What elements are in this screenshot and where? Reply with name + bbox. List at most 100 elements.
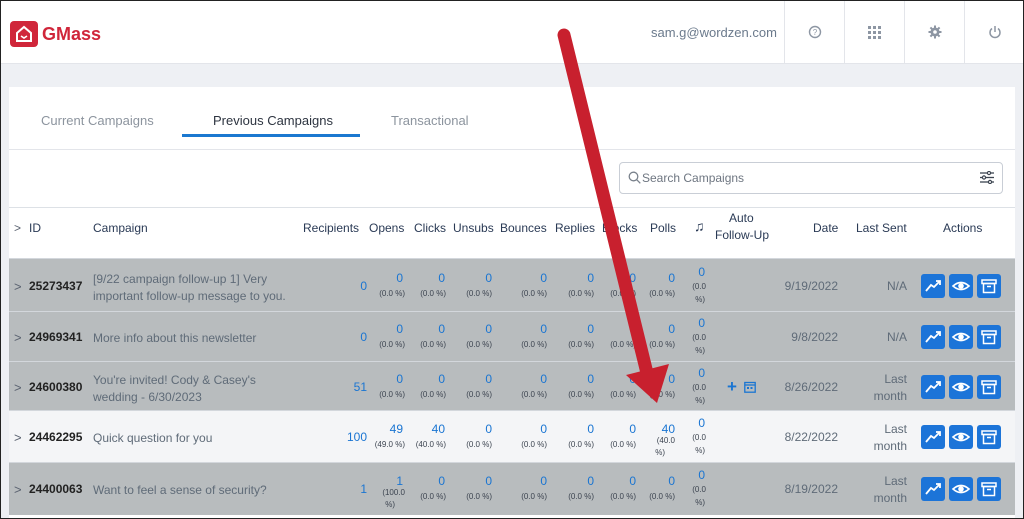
blocks-count[interactable]: 0 xyxy=(629,322,636,336)
clicks-count[interactable]: 40 xyxy=(432,422,445,436)
user-email[interactable]: sam.g@wordzen.com xyxy=(651,25,777,40)
bounces-count[interactable]: 0 xyxy=(540,474,547,488)
col-bounces[interactable]: Bounces xyxy=(500,221,547,235)
recipients-count[interactable]: 51 xyxy=(354,380,367,394)
clicks-count[interactable]: 0 xyxy=(438,372,445,386)
opens-count[interactable]: 0 xyxy=(396,322,403,336)
logout-button[interactable] xyxy=(964,1,1023,63)
blocks-count[interactable]: 0 xyxy=(629,422,636,436)
expand-row-chevron-icon[interactable]: > xyxy=(14,279,22,294)
col-unsubs[interactable]: Unsubs xyxy=(453,221,494,235)
polls-count[interactable]: 0 xyxy=(668,322,675,336)
col-polls[interactable]: Polls xyxy=(650,221,676,235)
table-row[interactable]: >24462295 Quick question for you 100 49 (49.… xyxy=(9,410,1015,463)
replies-count[interactable]: 0 xyxy=(587,474,594,488)
col-campaign[interactable]: Campaign xyxy=(93,221,148,235)
bounces-count[interactable]: 0 xyxy=(540,372,547,386)
blocks-count[interactable]: 0 xyxy=(629,271,636,285)
music-count[interactable]: 0 xyxy=(698,468,705,482)
replies-count[interactable]: 0 xyxy=(587,422,594,436)
add-followup-button[interactable]: + xyxy=(727,377,737,397)
unsubs-count[interactable]: 0 xyxy=(485,322,492,336)
archive-button[interactable] xyxy=(977,477,1001,501)
col-blocks[interactable]: Blocks xyxy=(602,221,637,235)
expand-row-chevron-icon[interactable]: > xyxy=(14,330,22,345)
col-auto-followup-2[interactable]: Follow-Up xyxy=(715,228,769,242)
polls-count[interactable]: 0 xyxy=(668,372,675,386)
help-button[interactable]: ? xyxy=(784,1,844,63)
opens-count[interactable]: 0 xyxy=(396,372,403,386)
view-button[interactable] xyxy=(949,375,973,399)
bounces-count[interactable]: 0 xyxy=(540,422,547,436)
expand-row-chevron-icon[interactable]: > xyxy=(14,482,22,497)
col-date[interactable]: Date xyxy=(813,221,838,235)
col-clicks[interactable]: Clicks xyxy=(414,221,446,235)
col-auto-followup-1[interactable]: Auto xyxy=(729,211,754,225)
polls-count[interactable]: 40 xyxy=(662,422,675,436)
filter-sliders-icon[interactable] xyxy=(980,171,994,184)
polls-count[interactable]: 0 xyxy=(668,271,675,285)
unsubs-count[interactable]: 0 xyxy=(485,271,492,285)
col-replies[interactable]: Replies xyxy=(555,221,595,235)
recipients-count[interactable]: 0 xyxy=(360,330,367,344)
replies-count[interactable]: 0 xyxy=(587,322,594,336)
tab-previous-campaigns[interactable]: Previous Campaigns xyxy=(213,113,333,128)
search-input[interactable]: Search Campaigns xyxy=(642,171,744,185)
col-id[interactable]: ID xyxy=(29,221,41,235)
report-button[interactable] xyxy=(921,375,945,399)
col-opens[interactable]: Opens xyxy=(369,221,404,235)
expand-all-chevron-icon[interactable]: > xyxy=(14,221,21,235)
replies-count[interactable]: 0 xyxy=(587,271,594,285)
col-recipients[interactable]: Recipients xyxy=(303,221,359,235)
col-last-sent[interactable]: Last Sent xyxy=(856,221,907,235)
settings-button[interactable] xyxy=(904,1,964,63)
report-button[interactable] xyxy=(921,274,945,298)
report-button[interactable] xyxy=(921,477,945,501)
recipients-count[interactable]: 1 xyxy=(360,482,367,496)
report-button[interactable] xyxy=(921,325,945,349)
report-button[interactable] xyxy=(921,425,945,449)
music-count[interactable]: 0 xyxy=(698,316,705,330)
clicks-count[interactable]: 0 xyxy=(438,271,445,285)
music-count[interactable]: 0 xyxy=(698,265,705,279)
unsubs-count[interactable]: 0 xyxy=(485,422,492,436)
view-button[interactable] xyxy=(949,325,973,349)
campaign-name[interactable]: More info about this newsletter xyxy=(93,330,303,347)
followup-calendar-icon[interactable] xyxy=(744,381,756,393)
expand-row-chevron-icon[interactable]: > xyxy=(14,380,22,395)
view-button[interactable] xyxy=(949,425,973,449)
music-count[interactable]: 0 xyxy=(698,416,705,430)
tab-current-campaigns[interactable]: Current Campaigns xyxy=(41,113,154,128)
campaign-name[interactable]: Quick question for you xyxy=(93,430,303,447)
opens-count[interactable]: 49 xyxy=(390,422,403,436)
view-button[interactable] xyxy=(949,274,973,298)
archive-button[interactable] xyxy=(977,274,1001,298)
blocks-count[interactable]: 0 xyxy=(629,474,636,488)
table-row[interactable]: >24600380 You're invited! Cody & Casey's w… xyxy=(9,361,1015,411)
music-note-icon[interactable]: ♫ xyxy=(694,218,705,234)
gmass-logo[interactable]: GMass xyxy=(10,21,101,47)
opens-count[interactable]: 1 xyxy=(396,474,403,488)
clicks-count[interactable]: 0 xyxy=(438,322,445,336)
apps-button[interactable] xyxy=(844,1,904,63)
tab-transactional[interactable]: Transactional xyxy=(391,113,469,128)
recipients-count[interactable]: 0 xyxy=(360,279,367,293)
opens-count[interactable]: 0 xyxy=(396,271,403,285)
table-row[interactable]: >24969341 More info about this newsletter… xyxy=(9,311,1015,362)
clicks-count[interactable]: 0 xyxy=(438,474,445,488)
expand-row-chevron-icon[interactable]: > xyxy=(14,430,22,445)
campaign-name[interactable]: Want to feel a sense of security? xyxy=(93,482,303,499)
music-count[interactable]: 0 xyxy=(698,366,705,380)
recipients-count[interactable]: 100 xyxy=(347,430,367,444)
table-row[interactable]: >25273437 [9/22 campaign follow-up 1] Ver… xyxy=(9,258,1015,312)
search-box[interactable]: Search Campaigns xyxy=(619,162,1003,194)
archive-button[interactable] xyxy=(977,425,1001,449)
archive-button[interactable] xyxy=(977,375,1001,399)
unsubs-count[interactable]: 0 xyxy=(485,372,492,386)
replies-count[interactable]: 0 xyxy=(587,372,594,386)
bounces-count[interactable]: 0 xyxy=(540,322,547,336)
bounces-count[interactable]: 0 xyxy=(540,271,547,285)
unsubs-count[interactable]: 0 xyxy=(485,474,492,488)
archive-button[interactable] xyxy=(977,325,1001,349)
view-button[interactable] xyxy=(949,477,973,501)
